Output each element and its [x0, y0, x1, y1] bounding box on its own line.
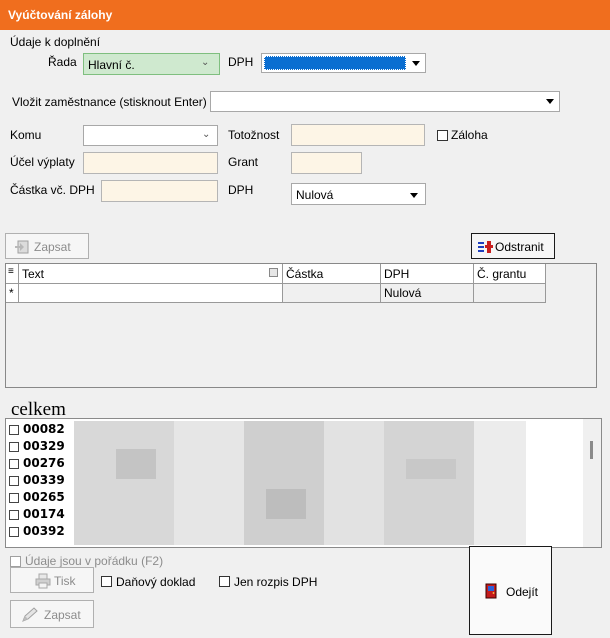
zaloha-label: Záloha [451, 128, 488, 142]
col-header-grant-label: Č. grantu [477, 267, 527, 281]
title-bar: Vyúčtování zálohy [0, 0, 610, 30]
zapsat-row-label: Zapsat [34, 240, 71, 254]
rada-value: Hlavní č. [88, 58, 135, 72]
grid-row-header-corner[interactable]: ≡ [6, 264, 19, 284]
ucel-label: Účel výplaty [10, 155, 75, 169]
list-item-label: 00329 [23, 439, 65, 453]
list-item-checkbox[interactable] [9, 476, 19, 486]
zamestnanec-select[interactable] [210, 91, 560, 112]
vlozit-label: Vložit zaměstnance (stisknout Enter) [12, 95, 207, 109]
dph-top-label: DPH [228, 55, 254, 69]
col-header-castka-label: Částka [286, 267, 324, 281]
document-list[interactable]: 00082 00329 00276 00339 00265 00174 0039… [5, 418, 602, 548]
odejit-label: Odejít [506, 585, 539, 599]
dph-select[interactable]: Nulová [291, 183, 426, 205]
list-item-label: 00392 [23, 524, 65, 538]
new-row-marker-label: * [9, 286, 14, 300]
tisk-label: Tisk [54, 574, 76, 588]
list-scrollbar[interactable] [583, 419, 601, 547]
list-item-checkbox[interactable] [9, 493, 19, 503]
cell-dph-value: Nulová [384, 286, 422, 300]
col-header-grant[interactable]: Č. grantu [474, 264, 546, 284]
col-header-text[interactable]: Text [19, 264, 283, 284]
list-item-checkbox[interactable] [9, 459, 19, 469]
zapsat-row-button[interactable]: Zapsat [5, 233, 89, 259]
list-item-label: 00082 [23, 422, 65, 436]
window-title: Vyúčtování zálohy [8, 8, 113, 22]
list-item-label: 00174 [23, 507, 65, 521]
redacted-block [174, 421, 244, 545]
zapsat-doc-label: Zapsat [44, 608, 81, 622]
cell-text[interactable] [19, 284, 283, 303]
udaje-label: Údaje jsou v pořádku (F2) [25, 554, 164, 568]
odejit-button[interactable]: Odejít [469, 546, 552, 635]
chevron-down-icon: ⌄ [201, 57, 210, 68]
rozpis-label: Jen rozpis DPH [234, 575, 318, 589]
pen-icon [22, 607, 38, 622]
col-header-dph[interactable]: DPH [381, 264, 474, 284]
redacted-block [116, 449, 156, 479]
exit-door-icon [485, 583, 497, 599]
rada-label: Řada [48, 55, 77, 69]
zapsat-doc-button[interactable]: Zapsat [10, 600, 94, 628]
dropdown-arrow-icon [412, 61, 420, 66]
redacted-block [74, 421, 174, 545]
totoznost-field[interactable] [291, 124, 425, 146]
grant-label: Grant [228, 155, 259, 169]
col-header-castka[interactable]: Částka [283, 264, 381, 284]
rada-select[interactable]: Hlavní č. ⌄ [83, 53, 220, 75]
list-item-label: 00339 [23, 473, 65, 487]
list-item-checkbox[interactable] [9, 527, 19, 537]
redacted-block [474, 421, 526, 545]
items-grid: ≡ Text Částka DPH Č. grantu * Nulová [5, 263, 597, 388]
rozpis-checkbox[interactable] [219, 576, 230, 587]
filter-icon[interactable] [269, 268, 278, 277]
tisk-button[interactable]: Tisk [10, 567, 94, 593]
redacted-block [266, 489, 306, 519]
castka-label: Částka vč. DPH [10, 183, 95, 197]
col-header-dph-label: DPH [384, 267, 410, 281]
dialog-window: Vyúčtování zálohy Údaje k doplnění Řada … [0, 0, 610, 638]
danovy-label: Daňový doklad [116, 575, 196, 589]
odstranit-button[interactable]: Odstranit [471, 233, 555, 259]
danovy-checkbox[interactable] [101, 576, 112, 587]
section-title: Údaje k doplnění [10, 35, 101, 49]
add-row-icon [15, 240, 29, 254]
dph-value: Nulová [296, 188, 334, 202]
new-row-marker[interactable]: * [6, 284, 19, 303]
zaloha-checkbox[interactable] [437, 130, 448, 141]
dropdown-arrow-icon [546, 99, 554, 104]
cell-grant[interactable] [474, 284, 546, 303]
totoznost-label: Totožnost [228, 128, 280, 142]
odstranit-label: Odstranit [495, 240, 544, 254]
col-header-text-label: Text [22, 267, 45, 281]
komu-select[interactable]: ⌄ [83, 125, 218, 146]
cell-dph[interactable]: Nulová [381, 284, 474, 303]
komu-label: Komu [10, 128, 42, 142]
list-item-checkbox[interactable] [9, 425, 19, 435]
ucel-field[interactable] [83, 152, 218, 174]
list-item-checkbox[interactable] [9, 510, 19, 520]
dph-top-selection [264, 56, 406, 70]
list-item-checkbox[interactable] [9, 442, 19, 452]
dph-label: DPH [228, 183, 254, 197]
list-item-label: 00276 [23, 456, 65, 470]
dph-top-select[interactable] [261, 53, 426, 73]
udaje-checkbox[interactable] [10, 556, 21, 567]
redacted-block [324, 421, 384, 545]
scrollbar-thumb[interactable] [590, 441, 593, 459]
chevron-down-icon: ⌄ [202, 129, 211, 140]
dropdown-arrow-icon [410, 193, 418, 198]
redacted-block [406, 459, 456, 479]
grid-menu-icon: ≡ [8, 266, 14, 277]
castka-field[interactable] [101, 180, 218, 202]
printer-icon [35, 573, 51, 589]
grant-field[interactable] [291, 152, 362, 174]
delete-row-icon [478, 241, 493, 253]
redacted-block [244, 421, 324, 545]
cell-castka[interactable] [283, 284, 381, 303]
list-item-label: 00265 [23, 490, 65, 504]
redacted-block [384, 421, 474, 545]
